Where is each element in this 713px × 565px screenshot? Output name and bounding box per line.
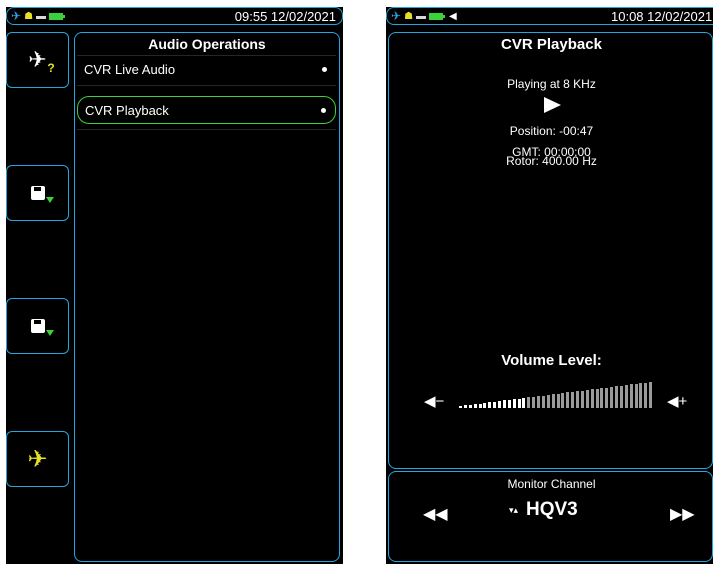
volume-bar: [625, 385, 628, 408]
cvr-playback-screen: ✈ ☗ ▬ ◀ 10:08 12/02/2021 CVR Playback Pl…: [386, 7, 713, 564]
audio-operations-panel: Audio Operations CVR Live Audio CVR Play…: [74, 32, 340, 562]
disk-download-icon: [30, 319, 54, 336]
volume-bar: [581, 391, 584, 408]
position-text: Position: -00:47: [509, 124, 594, 138]
battery-icon: [49, 13, 66, 20]
play-icon[interactable]: [544, 97, 561, 113]
aircraft-button[interactable]: ✈: [6, 431, 69, 487]
rewind-icon[interactable]: ◀◀: [423, 504, 448, 524]
menu-item-cvr-live-audio[interactable]: CVR Live Audio: [77, 56, 336, 84]
volume-bar: [518, 399, 521, 408]
monitor-channel-value: HQV3: [526, 499, 578, 520]
volume-bar: [498, 401, 501, 408]
plane-question-icon: ✈?: [28, 47, 55, 75]
volume-down-icon[interactable]: ◀−: [424, 392, 444, 410]
volume-bar: [561, 393, 564, 408]
volume-up-icon[interactable]: ◀+: [667, 392, 687, 410]
volume-bar: [532, 397, 535, 408]
volume-bar: [576, 391, 579, 408]
status-bar: ✈ ☗ ▬ ◀ 10:08 12/02/2021: [386, 7, 713, 25]
volume-bar: [474, 404, 477, 408]
volume-bar: [483, 403, 486, 408]
plane-icon: ✈: [391, 9, 402, 23]
volume-bar: [479, 404, 482, 408]
volume-bar: [566, 392, 569, 408]
volume-bar: [469, 405, 472, 408]
plane-icon: ✈: [11, 9, 22, 23]
monitor-channel-label: Monitor Channel: [507, 477, 596, 491]
volume-bar: [557, 394, 560, 408]
volume-bar: [620, 386, 623, 408]
volume-bar: [459, 406, 462, 408]
menu-item-label: CVR Live Audio: [84, 62, 176, 77]
volume-bar: [610, 387, 613, 408]
monitor-channel-panel: Monitor Channel ◀◀ ▾▴ HQV3 ▶▶: [388, 471, 713, 562]
playing-rate-text: Playing at 8 KHz: [507, 77, 596, 91]
volume-bar: [547, 395, 550, 408]
volume-bar: [639, 383, 642, 408]
save-download-button-1[interactable]: [6, 165, 69, 221]
playback-panel: CVR Playback Playing at 8 KHz Position: …: [388, 32, 713, 469]
volume-bar: [635, 384, 638, 408]
dot-indicator-icon: [322, 67, 327, 72]
volume-bar: [513, 399, 516, 408]
volume-label: Volume Level:: [501, 352, 602, 369]
status-bar: ✈ ☗ ▬ 09:55 12/02/2021: [6, 7, 343, 25]
status-time: 09:55 12/02/2021: [234, 9, 336, 24]
disk-download-icon: [30, 186, 54, 203]
fast-forward-icon[interactable]: ▶▶: [670, 504, 695, 524]
volume-bar: [552, 394, 555, 408]
volume-bar: [644, 383, 647, 408]
volume-bar: [596, 389, 599, 408]
volume-bar: [527, 397, 530, 408]
channel-select-icon[interactable]: ▾▴: [509, 505, 518, 516]
divider: [77, 129, 336, 130]
panel-title: Audio Operations: [148, 36, 266, 52]
dot-indicator-icon: [321, 108, 326, 113]
volume-bar: [600, 388, 603, 408]
usb-icon: ▬: [36, 11, 47, 22]
network-icon: ☗: [24, 11, 34, 22]
menu-item-label: CVR Playback: [85, 103, 169, 118]
playback-title: CVR Playback: [501, 36, 602, 53]
volume-bar: [571, 392, 574, 408]
plane-icon: ✈: [27, 445, 48, 473]
network-icon: ☗: [404, 11, 414, 22]
speaker-icon: ◀: [449, 11, 457, 22]
volume-bar: [630, 384, 633, 408]
volume-bar: [542, 396, 545, 408]
volume-bar: [503, 400, 506, 408]
aircraft-query-button[interactable]: ✈?: [6, 32, 69, 88]
rotor-text: Rotor: 400.00 Hz: [506, 154, 597, 168]
battery-icon: [429, 13, 446, 20]
volume-bar: [586, 390, 589, 408]
volume-bar: [508, 400, 511, 408]
save-download-button-2[interactable]: [6, 298, 69, 354]
audio-operations-screen: ✈ ☗ ▬ 09:55 12/02/2021 ✈? ✈ Audio Operat…: [6, 7, 343, 564]
divider: [77, 85, 336, 86]
volume-bar: [493, 402, 496, 408]
volume-bar: [522, 398, 525, 408]
volume-slider[interactable]: [459, 382, 654, 408]
volume-bar: [649, 382, 652, 408]
status-time: 10:08 12/02/2021: [611, 9, 713, 24]
volume-bar: [488, 402, 491, 408]
volume-bar: [615, 386, 618, 408]
volume-bar: [591, 389, 594, 408]
volume-bar: [605, 388, 608, 408]
volume-bar: [464, 405, 467, 408]
usb-icon: ▬: [416, 11, 427, 22]
menu-item-cvr-playback[interactable]: CVR Playback: [77, 96, 336, 124]
volume-bar: [537, 396, 540, 408]
